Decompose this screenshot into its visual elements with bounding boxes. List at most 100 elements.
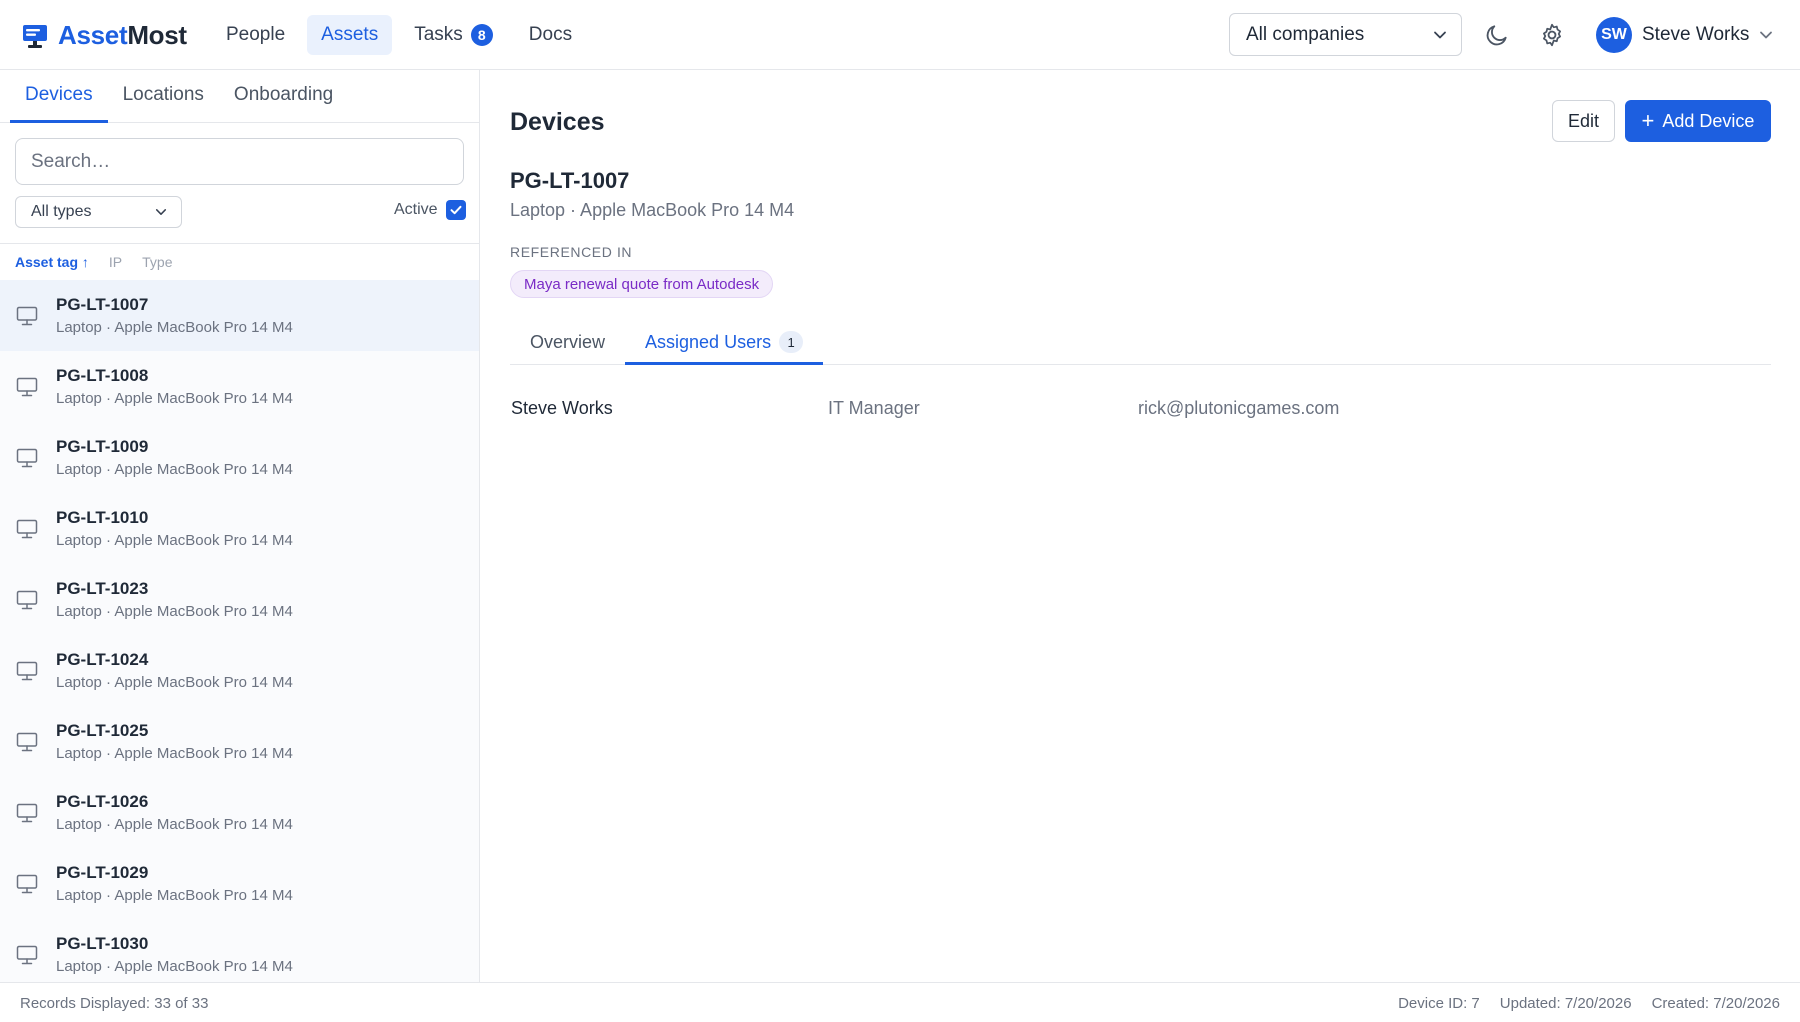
nav-docs[interactable]: Docs [515,15,586,55]
device-asset-tag: PG-LT-1010 [56,508,149,527]
theme-toggle-button[interactable] [1482,20,1512,50]
tasks-count-badge: 8 [470,24,493,46]
nav-people[interactable]: People [212,15,299,55]
device-description: Laptop · Apple MacBook Pro 14 M4 [56,745,293,762]
device-description: Laptop · Apple MacBook Pro 14 M4 [56,816,293,833]
chevron-down-icon [155,209,167,215]
device-item-text: PG-LT-1023 Laptop · Apple MacBook Pro 14 … [56,579,293,620]
type-filter-select[interactable]: All types [15,196,182,228]
monitor-icon [16,590,38,609]
tab-assigned-users[interactable]: Assigned Users 1 [625,322,824,365]
chevron-down-icon [1434,31,1446,38]
referenced-in-label: Referenced in [510,244,633,260]
company-select-value: All companies [1246,23,1365,45]
main-nav: People Assets Tasks 8 Docs [212,15,586,55]
add-device-button[interactable]: + Add Device [1625,100,1771,142]
monitor-icon [16,945,38,964]
list-item[interactable]: PG-LT-1008 Laptop · Apple MacBook Pro 14 … [0,351,479,422]
device-item-text: PG-LT-1030 Laptop · Apple MacBook Pro 14 … [56,934,293,975]
list-item[interactable]: PG-LT-1007 Laptop · Apple MacBook Pro 14 … [0,280,479,351]
sort-asset-tag[interactable]: Asset tag ↑ [15,254,89,270]
device-asset-tag: PG-LT-1007 [56,295,149,314]
device-item-text: PG-LT-1024 Laptop · Apple MacBook Pro 14 … [56,650,293,691]
record-meta: Device ID: 7 Updated: 7/20/2026 Created:… [1398,995,1780,1012]
monitor-icon [16,732,38,751]
app-logo[interactable]: AssetMost [22,20,187,51]
list-item[interactable]: PG-LT-1026 Laptop · Apple MacBook Pro 14 … [0,777,479,848]
device-asset-tag: PG-LT-1030 [56,934,149,953]
plus-icon: + [1641,108,1655,133]
device-description: Laptop · Apple MacBook Pro 14 M4 [56,674,293,691]
monitor-icon [16,377,38,396]
device-list: PG-LT-1007 Laptop · Apple MacBook Pro 14 … [0,280,479,982]
active-filter: Active [394,200,466,220]
created-date: Created: 7/20/2026 [1651,995,1780,1012]
sidebar: Devices Locations Onboarding All types A… [0,70,480,982]
sidebar-tabs: Devices Locations Onboarding [0,70,479,123]
device-description: Laptop · Apple MacBook Pro 14 M4 [56,390,293,407]
list-item[interactable]: PG-LT-1030 Laptop · Apple MacBook Pro 14 … [0,919,479,982]
tab-devices[interactable]: Devices [10,70,108,123]
page-title: Devices [510,108,605,136]
list-item[interactable]: PG-LT-1023 Laptop · Apple MacBook Pro 14 … [0,564,479,635]
monitor-icon [16,874,38,893]
assigned-user-email[interactable]: rick@plutonicgames.com [1138,398,1339,419]
company-select[interactable]: All companies [1229,13,1462,56]
reference-link[interactable]: Maya renewal quote from Autodesk [510,270,774,298]
nav-tasks[interactable]: Tasks 8 [400,15,507,55]
edit-button[interactable]: Edit [1552,100,1615,142]
top-bar: AssetMost People Assets Tasks 8 Docs All … [0,0,1800,70]
tab-onboarding[interactable]: Onboarding [219,70,348,123]
sort-header: Asset tag ↑ IP Type [15,254,173,270]
device-asset-tag: PG-LT-1024 [56,650,149,669]
device-asset-tag: PG-LT-1029 [56,863,149,882]
tab-overview[interactable]: Overview [510,322,625,365]
device-description: Laptop · Apple MacBook Pro 14 M4 [56,887,293,904]
tab-locations[interactable]: Locations [108,70,219,123]
device-asset-tag: PG-LT-1009 [56,437,149,456]
assigned-users-count: 1 [779,331,804,353]
type-filter-value: All types [31,203,92,220]
status-footer: Records Displayed: 33 of 33 Device ID: 7… [0,982,1800,1022]
monitor-logo-icon [23,24,47,48]
list-item[interactable]: PG-LT-1009 Laptop · Apple MacBook Pro 14 … [0,422,479,493]
monitor-icon [16,448,38,467]
list-item[interactable]: PG-LT-1010 Laptop · Apple MacBook Pro 14 … [0,493,479,564]
list-item[interactable]: PG-LT-1024 Laptop · Apple MacBook Pro 14 … [0,635,479,706]
user-menu[interactable]: SW Steve Works [1596,17,1773,53]
list-item[interactable]: PG-LT-1025 Laptop · Apple MacBook Pro 14 … [0,706,479,777]
device-item-text: PG-LT-1025 Laptop · Apple MacBook Pro 14 … [56,721,293,762]
settings-button[interactable] [1537,20,1567,50]
device-description: Laptop · Apple MacBook Pro 14 M4 [56,603,293,620]
sort-ip[interactable]: IP [109,254,122,270]
filters-divider [0,243,479,244]
device-asset-tag: PG-LT-1025 [56,721,149,740]
device-asset-tag: PG-LT-1026 [56,792,149,811]
user-name: Steve Works [1642,24,1750,45]
device-description: Laptop · Apple MacBook Pro 14 M4 [56,532,293,549]
active-checkbox[interactable] [445,200,466,220]
nav-assets[interactable]: Assets [307,15,393,55]
sort-type[interactable]: Type [142,254,172,270]
device-id: Device ID: 7 [1398,995,1480,1012]
device-item-text: PG-LT-1026 Laptop · Apple MacBook Pro 14 … [56,792,293,833]
assigned-user-role: IT Manager [828,398,920,418]
search-input[interactable] [15,138,464,185]
device-subtitle: Laptop · Apple MacBook Pro 14 M4 [510,200,795,220]
monitor-icon [16,306,38,325]
updated-date: Updated: 7/20/2026 [1499,995,1632,1012]
detail-tabs: Overview Assigned Users 1 [510,322,1771,365]
chevron-down-icon [1760,31,1773,39]
assigned-user-name: Steve Works [511,398,613,418]
device-asset-tag: PG-LT-1023 [56,579,149,598]
device-item-text: PG-LT-1009 Laptop · Apple MacBook Pro 14 … [56,437,293,478]
device-description: Laptop · Apple MacBook Pro 14 M4 [56,958,293,975]
list-item[interactable]: PG-LT-1029 Laptop · Apple MacBook Pro 14 … [0,848,479,919]
checkmark-icon [450,205,462,215]
device-title: PG-LT-1007 [510,168,630,193]
monitor-icon [16,519,38,538]
main-panel: Devices Edit + Add Device PG-LT-1007 Lap… [481,70,1800,982]
device-item-text: PG-LT-1010 Laptop · Apple MacBook Pro 14 … [56,508,293,549]
monitor-icon [16,803,38,822]
records-count: Records Displayed: 33 of 33 [20,995,209,1012]
